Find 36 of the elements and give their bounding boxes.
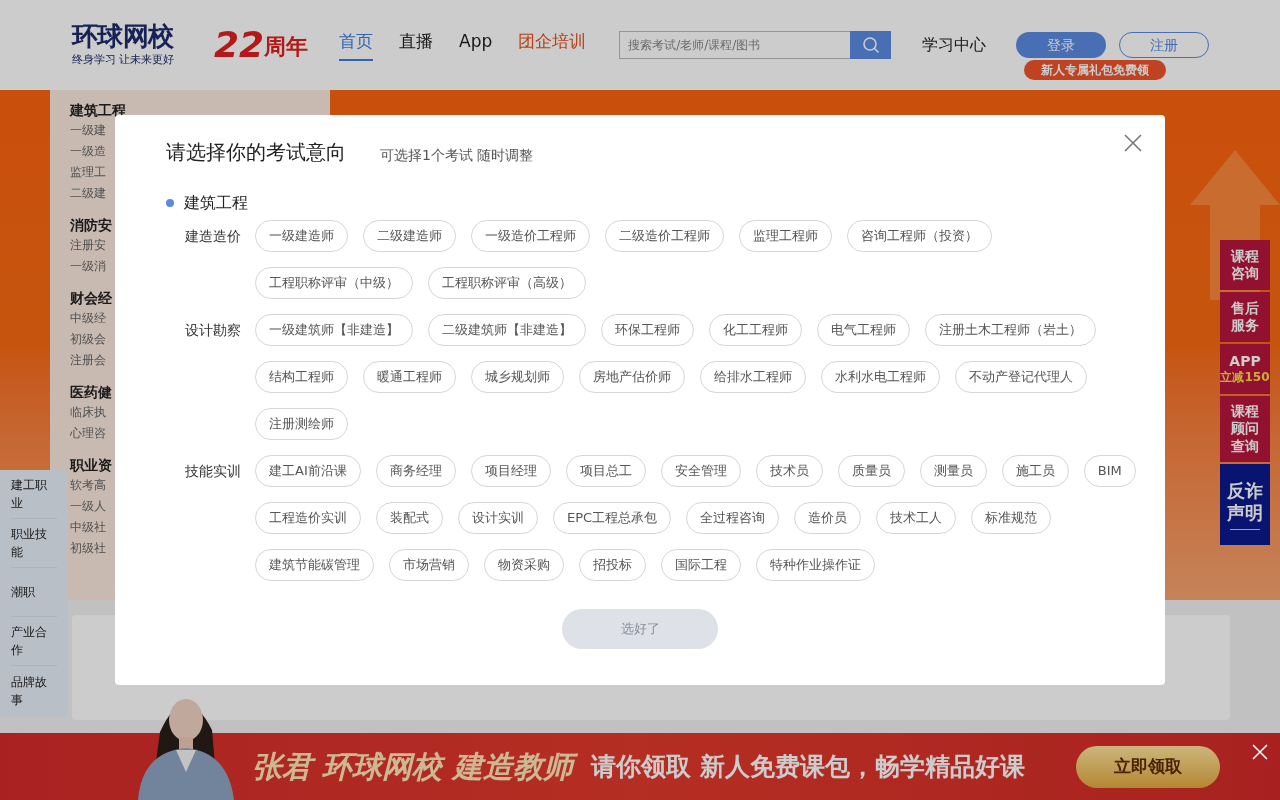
anniversary-number: 22	[214, 27, 265, 63]
close-icon	[1252, 744, 1268, 760]
section-label: 技能实训	[185, 462, 242, 481]
side-tab[interactable]: 职业技能	[11, 519, 57, 568]
section-label: 建造造价	[185, 227, 242, 246]
notice-button[interactable]: 反诈 声明	[1220, 464, 1270, 545]
close-icon	[1124, 134, 1142, 152]
claim-button[interactable]: 立即领取	[1076, 745, 1220, 788]
float-button[interactable]: APP 立减150	[1220, 344, 1270, 394]
close-button[interactable]	[1123, 133, 1143, 153]
logo-slogan: 终身学习 让未来更好	[72, 51, 176, 68]
search-field[interactable]: 搜索考试/老师/课程/图书	[619, 31, 851, 59]
banner-headline: 张君 环球网校 建造教师	[246, 744, 579, 789]
dialog-title: 请选择你的考试意向	[166, 139, 346, 166]
underline	[1230, 528, 1260, 530]
nav-link[interactable]: 直播	[399, 29, 433, 61]
dialog-subtitle: 可选择1个考试 随时调整	[380, 146, 534, 165]
banner-offer: 请你领取 新人免费课包，畅学精品好课	[590, 750, 1025, 783]
promo-banner[interactable]: 张君 环球网校 建造教师 请你领取 新人免费课包，畅学精品好课 立即领取	[0, 733, 1280, 800]
float-button[interactable]: 课程 咨询	[1220, 240, 1270, 290]
side-tab[interactable]: 品牌故事	[11, 666, 57, 715]
learning-center-link[interactable]: 学习中心	[922, 33, 987, 57]
nav-link[interactable]: 团企培训	[518, 29, 587, 61]
nav-link[interactable]: 首页	[339, 29, 373, 61]
float-button[interactable]: 售后 服务	[1220, 292, 1270, 342]
group-title: 建筑工程	[184, 192, 248, 214]
float-button[interactable]: 课程 顾问 查询	[1220, 396, 1270, 462]
search-icon	[861, 36, 880, 54]
anniversary-label: 周年	[264, 34, 309, 61]
side-tab[interactable]: 潮职	[11, 568, 57, 617]
search-button[interactable]	[850, 31, 892, 59]
nav-link[interactable]: App	[459, 29, 493, 61]
side-tab[interactable]: 建工职业	[11, 470, 57, 519]
section-label: 设计勘察	[185, 321, 242, 340]
logo[interactable]: 环球网校	[72, 21, 202, 50]
side-tab[interactable]: 产业合作	[11, 617, 57, 666]
